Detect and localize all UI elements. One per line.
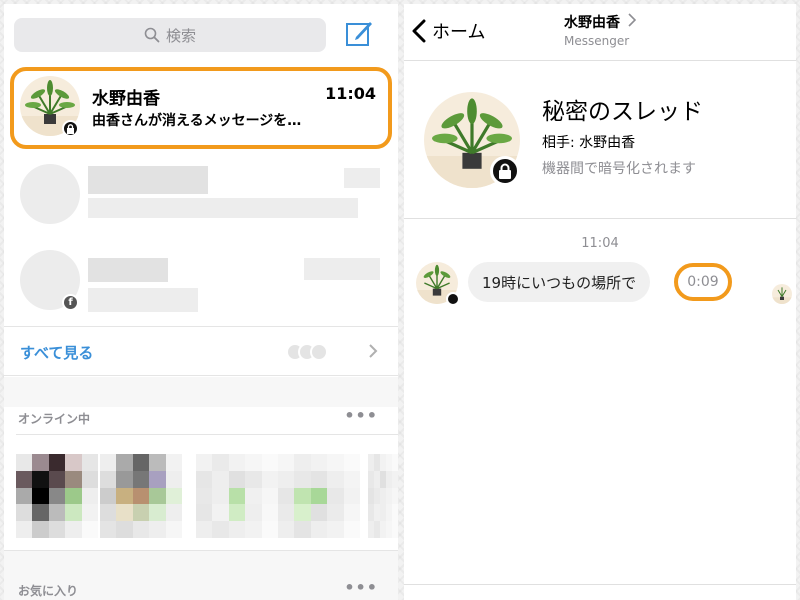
divider	[404, 60, 796, 61]
online-user-avatar[interactable]	[196, 454, 278, 538]
divider	[16, 434, 398, 435]
chevron-left-icon	[412, 19, 426, 43]
chat-row-blurred-2[interactable]: f	[4, 236, 398, 322]
online-user-avatar[interactable]	[278, 454, 360, 538]
encryption-note: 機器間で暗号化されます	[542, 161, 696, 177]
see-all-link[interactable]: すべて見る	[20, 342, 93, 363]
chat-preview: 由香さんが消えるメッセージを…	[92, 113, 302, 129]
compose-icon[interactable]	[344, 18, 374, 48]
header-title[interactable]: 水野由香	[564, 12, 620, 32]
avatar	[20, 164, 80, 224]
divider	[4, 550, 398, 551]
online-user-avatar[interactable]	[16, 454, 98, 538]
message-bubble[interactable]: 19時にいつもの場所で	[468, 262, 651, 302]
more-icon[interactable]: •••	[344, 406, 378, 425]
facebook-icon: f	[62, 294, 79, 311]
chat-time: 11:04	[325, 84, 376, 103]
online-header: オンライン中	[18, 412, 91, 426]
search-icon	[144, 27, 160, 43]
back-label: ホーム	[432, 22, 486, 43]
blurred-preview	[88, 198, 358, 218]
header-subtitle: Messenger	[564, 34, 630, 48]
search-placeholder: 検索	[165, 26, 196, 45]
divider	[404, 218, 796, 219]
disappear-timer: 0:09	[674, 263, 732, 301]
blurred-name	[88, 258, 168, 282]
lock-icon	[62, 120, 79, 137]
seen-indicator-avatar	[772, 284, 792, 304]
thread-title: 秘密のスレッド	[542, 99, 703, 125]
section-gap	[4, 377, 398, 407]
chevron-right-icon	[369, 344, 378, 358]
chat-name: 水野由香	[92, 89, 160, 109]
conversation-panel: ホーム 水野由香 Messenger 秘密のスレッド 相手: 水野由香 機器間で…	[404, 4, 796, 600]
chat-list-panel: 検索 水野由香 11:04 由香さんが消えるメッセージを… f すべて見る オン…	[4, 4, 398, 600]
online-user-avatar[interactable]	[100, 454, 182, 538]
partner-label: 相手: 水野由香	[542, 135, 636, 151]
online-user-avatar[interactable]	[368, 454, 398, 538]
lock-icon	[446, 292, 460, 306]
see-all-row[interactable]: すべて見る	[4, 326, 398, 376]
favorites-header: お気に入り	[18, 584, 79, 598]
back-button[interactable]: ホーム	[412, 18, 485, 44]
blurred-preview	[88, 288, 198, 312]
blurred-name	[88, 166, 208, 194]
message-timestamp: 11:04	[581, 236, 619, 251]
chat-row-mizuno[interactable]	[4, 64, 398, 150]
blurred-time	[344, 168, 380, 188]
blurred-time	[304, 258, 380, 280]
search-bar[interactable]: 検索	[14, 18, 326, 52]
lock-icon	[490, 156, 520, 186]
avatar-stack	[286, 343, 328, 361]
more-icon[interactable]: •••	[344, 578, 378, 597]
divider	[404, 584, 796, 585]
chat-row-blurred-1[interactable]	[4, 150, 398, 236]
plant-icon	[772, 287, 792, 304]
chevron-right-icon	[628, 13, 636, 27]
